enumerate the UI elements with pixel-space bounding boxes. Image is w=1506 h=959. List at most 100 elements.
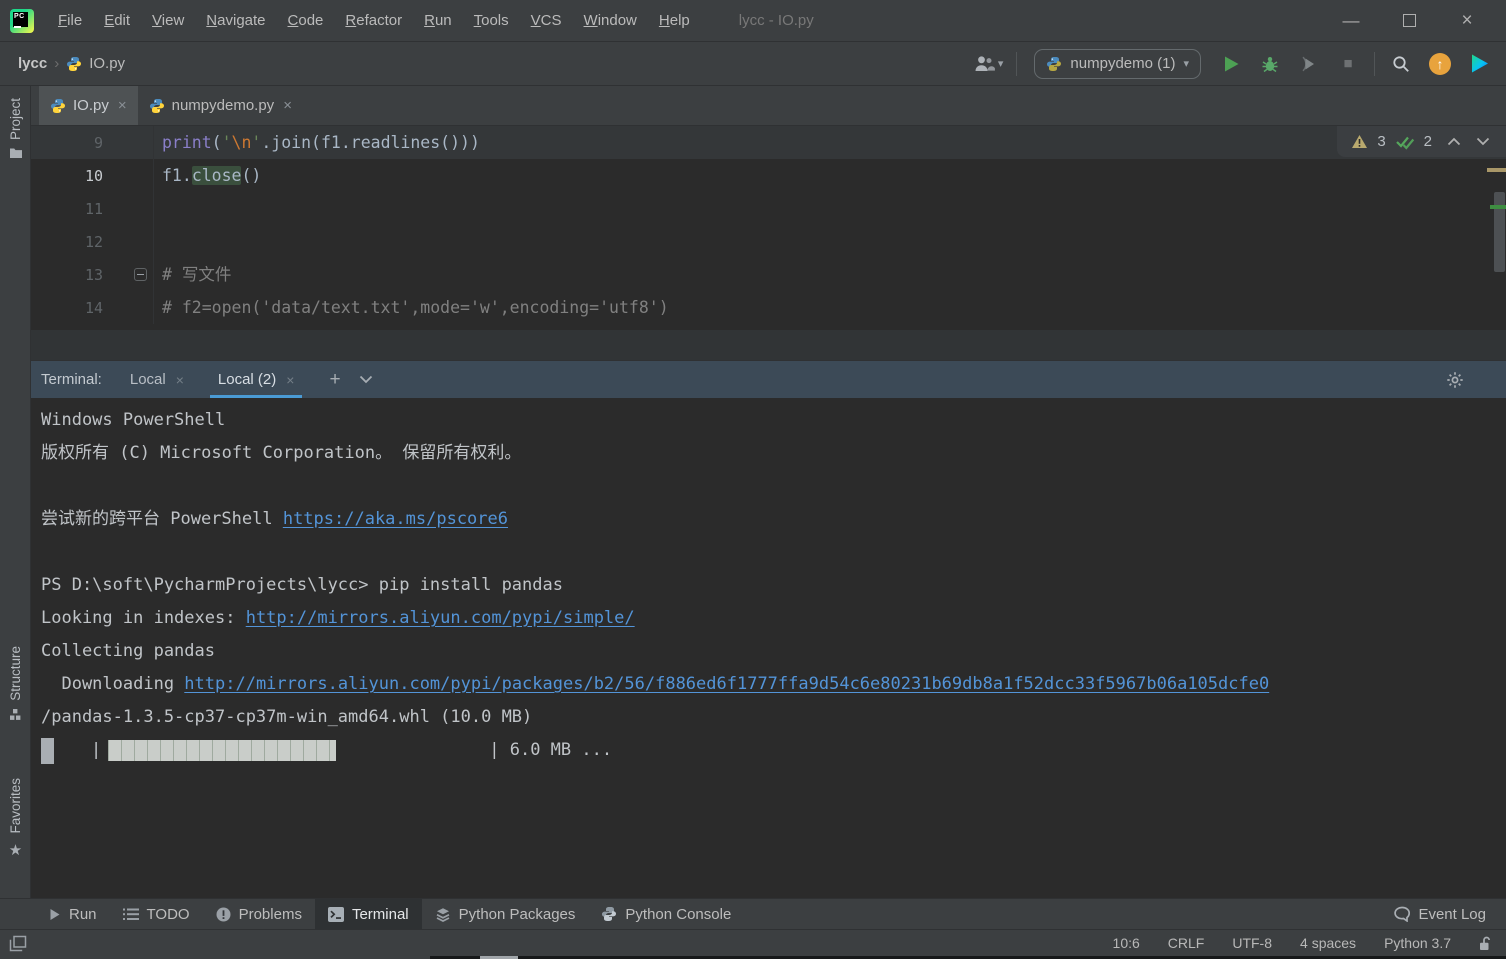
menu-code[interactable]: Code bbox=[277, 7, 335, 34]
button-label: Terminal bbox=[351, 905, 409, 923]
run-with-coverage-button[interactable] bbox=[1296, 51, 1322, 77]
close-icon[interactable]: × bbox=[286, 372, 294, 388]
fold-region-icon[interactable] bbox=[134, 268, 147, 281]
pip-progress-line: | | 6.0 MB ... bbox=[41, 734, 1506, 767]
python-interpreter[interactable]: Python 3.7 bbox=[1384, 935, 1451, 951]
toolbar-separator bbox=[1016, 51, 1018, 76]
close-icon[interactable]: × bbox=[176, 372, 184, 388]
structure-label: Structure bbox=[8, 646, 23, 701]
indent-style[interactable]: 4 spaces bbox=[1300, 935, 1356, 951]
close-icon[interactable]: × bbox=[283, 97, 292, 114]
line-number[interactable]: 10 bbox=[31, 167, 153, 185]
identifier-highlight: close bbox=[191, 166, 242, 185]
tool-window-button-todo[interactable]: TODO bbox=[110, 899, 203, 929]
code-text: f1.close() bbox=[153, 159, 1506, 192]
menu-navigate[interactable]: Navigate bbox=[195, 7, 276, 34]
tool-window-button-terminal[interactable]: Terminal bbox=[314, 899, 422, 929]
pycharm-logo-icon: PC bbox=[10, 8, 34, 33]
ide-features-button[interactable] bbox=[1466, 51, 1492, 77]
terminal-line: 版权所有 (C) Microsoft Corporation。 保留所有权利。 bbox=[41, 443, 522, 463]
menu-window[interactable]: Window bbox=[573, 7, 648, 34]
search-everywhere-button[interactable] bbox=[1388, 51, 1414, 77]
line-number[interactable]: 14 bbox=[31, 299, 153, 317]
minimize-button[interactable]: — bbox=[1322, 1, 1380, 41]
python-file-icon bbox=[51, 98, 65, 113]
next-problem-button[interactable] bbox=[1476, 137, 1490, 146]
inspections-widget[interactable]: 3 2 bbox=[1337, 126, 1506, 157]
window-title: lycc - IO.py bbox=[738, 12, 814, 29]
tool-window-button-event-log[interactable]: Event Log bbox=[1373, 899, 1506, 929]
code-line-14: 14 # f2=open('data/text.txt',mode='w',en… bbox=[31, 291, 1506, 324]
line-number[interactable]: 11 bbox=[31, 200, 153, 218]
terminal-icon bbox=[327, 906, 344, 922]
terminal-tab-local[interactable]: Local × bbox=[122, 361, 192, 398]
user-account-button[interactable]: ▾ bbox=[973, 54, 1003, 73]
scrollbar-warning-mark[interactable] bbox=[1487, 168, 1506, 172]
tool-window-button-run[interactable]: Run bbox=[36, 899, 110, 929]
update-arrow-icon: ↑ bbox=[1429, 52, 1451, 75]
line-ending[interactable]: CRLF bbox=[1168, 935, 1205, 951]
caret-position[interactable]: 10:6 bbox=[1113, 935, 1140, 951]
terminal-output[interactable]: Windows PowerShell 版权所有 (C) Microsoft Co… bbox=[31, 398, 1506, 898]
terminal-line: /pandas-1.3.5-cp37-cp37m-win_amd64.whl (… bbox=[41, 707, 533, 727]
tool-window-button-structure[interactable]: Structure bbox=[0, 646, 31, 721]
editor-tab-io-py[interactable]: IO.py × bbox=[39, 86, 138, 125]
tool-window-button-project[interactable]: Project bbox=[0, 98, 31, 159]
menu-vcs[interactable]: VCS bbox=[520, 7, 573, 34]
line-number[interactable]: 12 bbox=[31, 233, 153, 251]
menu-file[interactable]: File bbox=[47, 7, 93, 34]
breadcrumb-project[interactable]: lycc bbox=[18, 55, 47, 72]
bug-icon bbox=[1262, 56, 1278, 72]
terminal-line: Windows PowerShell bbox=[41, 410, 226, 430]
gradient-play-icon bbox=[1471, 54, 1488, 73]
code-line-11: 11 bbox=[31, 192, 1506, 225]
menu-help[interactable]: Help bbox=[648, 7, 701, 34]
editor-tab-numpydemo-py[interactable]: numpydemo.py × bbox=[138, 86, 303, 125]
scrollbar-ok-mark[interactable] bbox=[1490, 205, 1506, 209]
terminal-panel-label: Terminal: bbox=[41, 371, 102, 388]
previous-problem-button[interactable] bbox=[1447, 137, 1461, 146]
tool-window-button-favorites[interactable]: Favorites ★ bbox=[0, 778, 31, 859]
pypi-index-link[interactable]: http://mirrors.aliyun.com/pypi/simple/ bbox=[246, 608, 635, 628]
close-icon[interactable]: × bbox=[118, 97, 127, 114]
breadcrumb: lycc › IO.py bbox=[18, 55, 125, 72]
tool-window-stripe-left: Project Structure Favorites ★ bbox=[0, 86, 31, 898]
debug-button[interactable] bbox=[1257, 51, 1283, 77]
terminal-cursor-block bbox=[41, 737, 54, 764]
menu-refactor[interactable]: Refactor bbox=[334, 7, 413, 34]
terminal-tab-local-2[interactable]: Local (2) × bbox=[210, 361, 303, 398]
terminal-dropdown-button[interactable] bbox=[350, 361, 382, 398]
button-label: Python Console bbox=[625, 905, 732, 923]
file-encoding[interactable]: UTF-8 bbox=[1232, 935, 1272, 951]
python-file-icon bbox=[149, 98, 164, 113]
new-terminal-session-button[interactable]: + bbox=[320, 361, 349, 398]
terminal-settings-button[interactable] bbox=[1446, 371, 1464, 389]
close-button[interactable]: × bbox=[1438, 1, 1496, 41]
tab-label: Local (2) bbox=[217, 371, 277, 388]
pscore6-link[interactable]: https://aka.ms/pscore6 bbox=[283, 509, 508, 529]
menu-tools[interactable]: Tools bbox=[463, 7, 520, 34]
tool-window-switcher-button[interactable] bbox=[9, 935, 27, 952]
breadcrumb-file[interactable]: IO.py bbox=[89, 55, 125, 72]
tool-window-button-python-console[interactable]: Python Console bbox=[588, 899, 744, 929]
editor-scroll-track bbox=[31, 330, 1506, 360]
window-controls: — × bbox=[1322, 1, 1496, 41]
code-editor[interactable]: 9 print('\n'.join(f1.readlines())) 10 f1… bbox=[31, 126, 1506, 360]
python-console-icon bbox=[602, 907, 617, 921]
readonly-toggle[interactable] bbox=[1479, 936, 1492, 951]
switcher-icon bbox=[9, 935, 27, 951]
editor-scrollbar-thumb[interactable] bbox=[1494, 192, 1505, 272]
run-button[interactable] bbox=[1218, 51, 1244, 77]
button-label: Problems bbox=[238, 905, 302, 923]
line-number[interactable]: 9 bbox=[31, 134, 153, 152]
maximize-button[interactable] bbox=[1380, 1, 1438, 41]
menu-edit[interactable]: Edit bbox=[93, 7, 141, 34]
run-configuration-select[interactable]: numpydemo (1) ▾ bbox=[1034, 48, 1201, 79]
menu-view[interactable]: View bbox=[141, 7, 195, 34]
progress-bar-open: | bbox=[91, 740, 102, 760]
tool-window-button-problems[interactable]: Problems bbox=[203, 899, 315, 929]
package-download-link[interactable]: http://mirrors.aliyun.com/pypi/packages/… bbox=[184, 674, 1269, 694]
menu-run[interactable]: Run bbox=[413, 7, 463, 34]
update-notification-button[interactable]: ↑ bbox=[1427, 51, 1453, 77]
tool-window-button-python-packages[interactable]: Python Packages bbox=[422, 899, 589, 929]
